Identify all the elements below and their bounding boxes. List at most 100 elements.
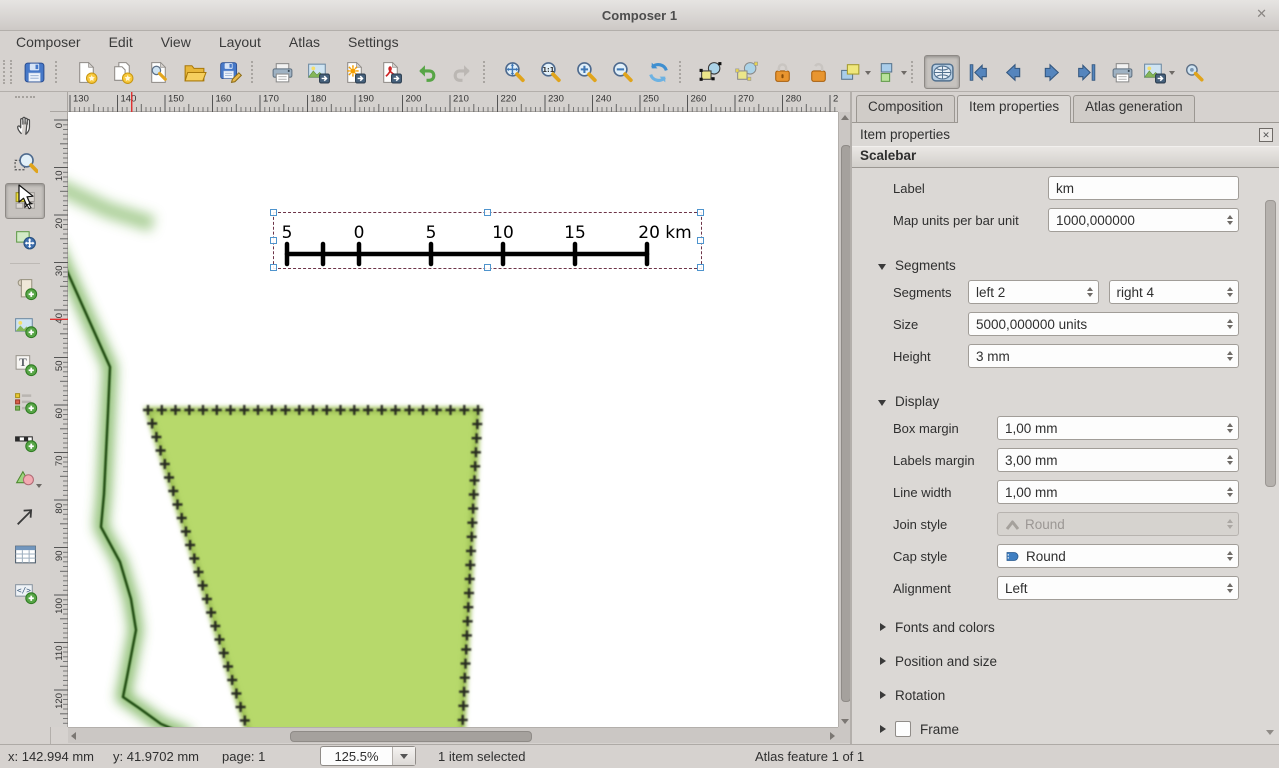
menu-layout[interactable]: Layout — [205, 32, 275, 52]
open-button[interactable] — [176, 55, 212, 89]
deselect-all-button[interactable] — [728, 55, 764, 89]
tab-item-properties[interactable]: Item properties — [957, 95, 1071, 123]
scroll-up-icon[interactable] — [841, 115, 849, 120]
save-button[interactable] — [16, 55, 52, 89]
add-scalebar-button[interactable] — [5, 422, 45, 458]
add-label-button[interactable]: T — [5, 346, 45, 382]
atlas-preview-button[interactable] — [924, 55, 960, 89]
menu-atlas[interactable]: Atlas — [275, 32, 334, 52]
window-close-icon[interactable]: ✕ — [1256, 6, 1267, 22]
selection-handle[interactable] — [697, 264, 704, 271]
spin-arrows-icon[interactable] — [1227, 481, 1233, 503]
selection-handle[interactable] — [270, 237, 277, 244]
spin-arrows-icon[interactable] — [1087, 281, 1093, 303]
menu-view[interactable]: View — [147, 32, 205, 52]
height-spinbox[interactable]: 3 mm — [968, 344, 1239, 368]
atlas-first-button[interactable] — [960, 55, 996, 89]
select-all-button[interactable] — [692, 55, 728, 89]
menu-edit[interactable]: Edit — [95, 32, 147, 52]
refresh-button[interactable] — [640, 55, 676, 89]
zoom-full-button[interactable] — [496, 55, 532, 89]
group-position-and-size[interactable]: Position and size — [878, 654, 1271, 668]
size-spinbox[interactable]: 5000,000000 units — [968, 312, 1239, 336]
add-map-button[interactable] — [5, 270, 45, 306]
atlas-last-button[interactable] — [1068, 55, 1104, 89]
panel-scroll-down-icon[interactable] — [1266, 730, 1274, 739]
spin-arrows-icon[interactable] — [1227, 449, 1233, 471]
dropdown-arrow-icon[interactable] — [36, 484, 42, 491]
print-button[interactable] — [264, 55, 300, 89]
zoom-dropdown-icon[interactable] — [392, 747, 415, 765]
export-pdf-button[interactable] — [372, 55, 408, 89]
zoom-actual-button[interactable]: 1:1 — [532, 55, 568, 89]
tab-atlas-generation[interactable]: Atlas generation — [1073, 95, 1195, 122]
frame-checkbox[interactable] — [895, 721, 911, 737]
scroll-left-icon[interactable] — [71, 732, 76, 740]
tab-composition[interactable]: Composition — [856, 95, 955, 122]
selection-handle[interactable] — [270, 264, 277, 271]
add-legend-button[interactable] — [5, 384, 45, 420]
align-items-button[interactable] — [872, 55, 908, 89]
raise-items-button[interactable] — [836, 55, 872, 89]
scalebar-item[interactable]: 505101520 km — [273, 212, 702, 269]
dropdown-arrow-icon[interactable] — [1169, 71, 1175, 78]
panel-close-icon[interactable]: ✕ — [1259, 128, 1273, 142]
group-segments[interactable]: Segments — [878, 258, 1271, 272]
save-as-button[interactable] — [212, 55, 248, 89]
spin-arrows-icon[interactable] — [1227, 577, 1233, 599]
zoom-out-button[interactable] — [604, 55, 640, 89]
group-rotation[interactable]: Rotation — [878, 688, 1271, 702]
spin-arrows-icon[interactable] — [1227, 313, 1233, 335]
undo-button[interactable] — [408, 55, 444, 89]
selection-handle[interactable] — [484, 209, 491, 216]
selection-handle[interactable] — [484, 264, 491, 271]
menu-settings[interactable]: Settings — [334, 32, 413, 52]
spin-arrows-icon[interactable] — [1227, 281, 1233, 303]
cap-style-combo[interactable]: Round — [997, 544, 1239, 568]
dropdown-arrow-icon[interactable] — [865, 71, 871, 78]
segments-left-spinbox[interactable]: left 2 — [968, 280, 1099, 304]
dropdown-arrow-icon[interactable] — [901, 71, 907, 78]
new-composition-button[interactable] — [68, 55, 104, 89]
export-atlas-button[interactable] — [1140, 55, 1176, 89]
box-margin-spinbox[interactable]: 1,00 mm — [997, 416, 1239, 440]
add-attribute-table-button[interactable] — [5, 536, 45, 572]
atlas-settings-button[interactable] — [1176, 55, 1212, 89]
atlas-next-button[interactable] — [1032, 55, 1068, 89]
export-image-button[interactable] — [300, 55, 336, 89]
scroll-right-icon[interactable] — [830, 732, 835, 740]
zoom-in-button[interactable] — [568, 55, 604, 89]
labels-margin-spinbox[interactable]: 3,00 mm — [997, 448, 1239, 472]
map-units-spinbox[interactable]: 1000,000000 — [1048, 208, 1239, 232]
segments-right-spinbox[interactable]: right 4 — [1109, 280, 1240, 304]
lock-items-button[interactable] — [764, 55, 800, 89]
canvas-horizontal-scrollbar[interactable] — [68, 727, 838, 743]
select-item-button[interactable] — [5, 183, 45, 219]
label-input[interactable]: km — [1048, 176, 1239, 200]
print-atlas-button[interactable] — [1104, 55, 1140, 89]
export-svg-button[interactable] — [336, 55, 372, 89]
zoom-level-combobox[interactable]: 125.5% — [320, 746, 416, 766]
selection-handle[interactable] — [697, 237, 704, 244]
spin-arrows-icon[interactable] — [1227, 417, 1233, 439]
composer-manager-button[interactable] — [140, 55, 176, 89]
unlock-items-button[interactable] — [800, 55, 836, 89]
redo-button[interactable] — [444, 55, 480, 89]
add-arrow-button[interactable] — [5, 498, 45, 534]
alignment-combo[interactable]: Left — [997, 576, 1239, 600]
panel-scroll-thumb[interactable] — [1265, 200, 1276, 487]
spin-arrows-icon[interactable] — [1227, 209, 1233, 231]
menu-composer[interactable]: Composer — [2, 32, 95, 52]
line-width-spinbox[interactable]: 1,00 mm — [997, 480, 1239, 504]
group-fonts-and-colors[interactable]: Fonts and colors — [878, 620, 1271, 634]
scroll-down-icon[interactable] — [841, 719, 849, 724]
atlas-prev-button[interactable] — [996, 55, 1032, 89]
zoom-tool-button[interactable] — [5, 145, 45, 181]
duplicate-composition-button[interactable] — [104, 55, 140, 89]
move-content-button[interactable] — [5, 221, 45, 257]
spin-arrows-icon[interactable] — [1227, 545, 1233, 567]
selection-handle[interactable] — [270, 209, 277, 216]
group-frame[interactable]: Frame — [878, 722, 1271, 736]
group-display[interactable]: Display — [878, 394, 1271, 408]
add-shape-button[interactable] — [5, 460, 45, 496]
